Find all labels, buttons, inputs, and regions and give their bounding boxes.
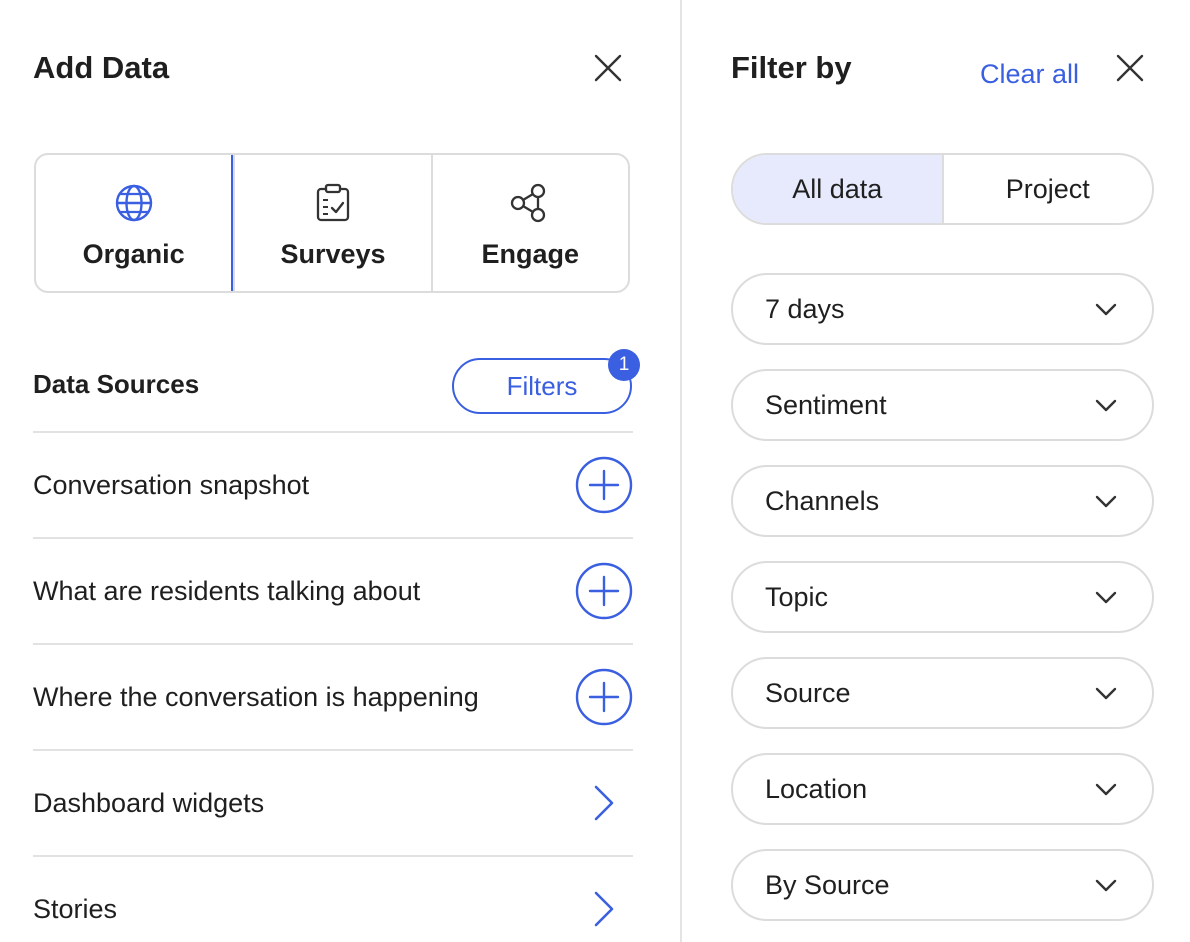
list-item-label: What are residents talking about xyxy=(33,575,421,606)
plus-circle-icon xyxy=(575,562,633,620)
dropdown-topic[interactable]: Topic xyxy=(731,561,1154,633)
plus-circle-icon xyxy=(575,668,633,726)
list-item-conversation-location[interactable]: Where the conversation is happening xyxy=(33,643,633,749)
dropdown-label: By Source xyxy=(765,869,890,900)
tab-surveys-label: Surveys xyxy=(280,239,386,269)
chevron-down-icon xyxy=(1095,495,1117,508)
add-conversation-location-button[interactable] xyxy=(575,668,633,726)
close-add-data-button[interactable] xyxy=(590,50,626,86)
filters-button[interactable]: Filters xyxy=(452,358,632,414)
list-item-stories[interactable]: Stories xyxy=(33,855,633,942)
network-nodes-icon xyxy=(511,183,546,223)
chevron-down-icon xyxy=(1095,303,1117,316)
clipboard-check-icon xyxy=(316,183,350,222)
list-item-dashboard-widgets[interactable]: Dashboard widgets xyxy=(33,749,633,855)
filter-by-title: Filter by xyxy=(731,50,852,85)
dropdown-sentiment[interactable]: Sentiment xyxy=(731,369,1154,441)
tab-organic-label: Organic xyxy=(82,239,185,269)
close-icon xyxy=(1116,54,1144,82)
scope-option-project[interactable]: Project xyxy=(944,155,1153,223)
chevron-down-icon xyxy=(1095,687,1117,700)
dropdown-by-source[interactable]: By Source xyxy=(731,849,1154,921)
list-item-label: Dashboard widgets xyxy=(33,787,265,818)
tab-engage[interactable]: Engage xyxy=(430,155,628,291)
dropdown-label: Sentiment xyxy=(765,389,887,420)
data-type-tabs: Organic Surveys Engage xyxy=(34,153,630,293)
list-item-label: Where the conversation is happening xyxy=(33,681,479,712)
dropdown-label: Channels xyxy=(765,485,880,516)
dropdown-label: 7 days xyxy=(765,293,845,324)
globe-icon xyxy=(115,184,152,222)
chevron-down-icon xyxy=(1095,399,1117,412)
chevron-down-icon xyxy=(1095,783,1117,796)
dropdown-label: Source xyxy=(765,677,851,708)
dropdown-label: Topic xyxy=(765,581,829,612)
add-conversation-snapshot-button[interactable] xyxy=(575,456,633,514)
list-item-residents-talking[interactable]: What are residents talking about xyxy=(33,537,633,643)
tab-surveys[interactable]: Surveys xyxy=(233,155,430,291)
dropdown-location[interactable]: Location xyxy=(731,753,1154,825)
add-residents-talking-button[interactable] xyxy=(575,562,633,620)
list-item-label: Stories xyxy=(33,893,118,924)
dropdown-source[interactable]: Source xyxy=(731,657,1154,729)
tab-engage-label: Engage xyxy=(481,239,580,269)
dropdown-channels[interactable]: Channels xyxy=(731,465,1154,537)
close-icon xyxy=(594,54,622,82)
add-data-title: Add Data xyxy=(33,50,170,85)
open-stories-button[interactable] xyxy=(575,880,633,938)
add-data-screen: Add Data Organic Surveys Engage Data Sou… xyxy=(0,0,1190,942)
dropdown-date-range[interactable]: 7 days xyxy=(731,273,1154,345)
tab-organic[interactable]: Organic xyxy=(36,155,234,291)
scope-toggle: All data Project xyxy=(731,153,1154,225)
chevron-down-icon xyxy=(1095,879,1117,892)
close-filter-button[interactable] xyxy=(1112,50,1148,86)
list-item-conversation-snapshot[interactable]: Conversation snapshot xyxy=(33,431,633,537)
data-sources-list: Conversation snapshot What are residents… xyxy=(33,431,633,942)
panel-divider xyxy=(680,0,682,942)
add-data-panel: Add Data Organic Surveys Engage Data Sou… xyxy=(0,0,680,942)
clear-all-link[interactable]: Clear all xyxy=(980,59,1079,90)
scope-option-all-data[interactable]: All data xyxy=(733,155,944,223)
filters-button-label: Filters xyxy=(506,370,578,401)
open-dashboard-widgets-button[interactable] xyxy=(575,774,633,832)
chevron-right-icon xyxy=(594,891,614,927)
chevron-right-icon xyxy=(594,785,614,821)
plus-circle-icon xyxy=(575,456,633,514)
list-item-label: Conversation snapshot xyxy=(33,469,310,500)
dropdown-label: Location xyxy=(765,773,868,804)
filters-count-badge: 1 xyxy=(608,349,640,381)
data-sources-title: Data Sources xyxy=(33,369,200,399)
chevron-down-icon xyxy=(1095,591,1117,604)
